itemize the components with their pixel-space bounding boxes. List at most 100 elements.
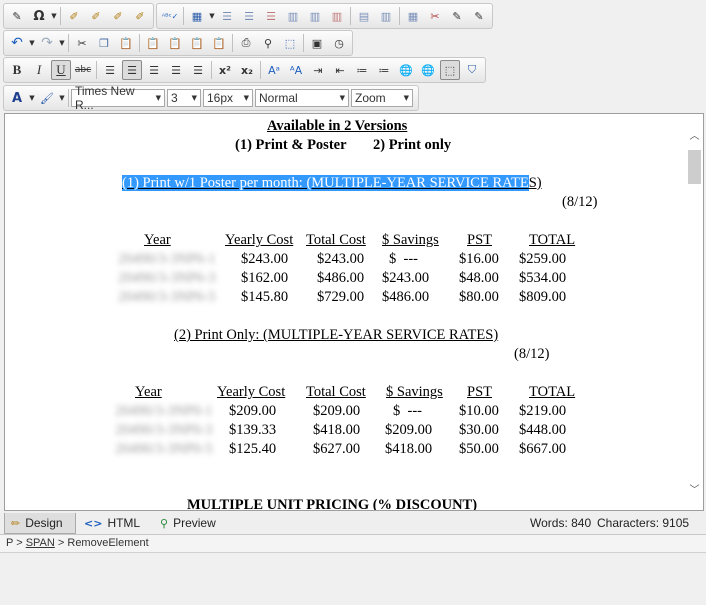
paste-word-icon[interactable]: 📋 [165,33,185,53]
scroll-up-icon[interactable]: ︿ [686,126,703,143]
insert-column-right-icon[interactable]: ▥ [305,6,325,26]
table2-row1-yearly: $209.00 [229,403,277,419]
unordered-list-icon[interactable]: ≔ [374,60,394,80]
paragraph-style-select[interactable]: Normal ▼ [255,89,349,107]
strikethrough-button[interactable]: abc [73,60,93,80]
clean-html-icon[interactable]: ✐ [130,6,150,26]
align-left-icon[interactable]: ☰ [100,60,120,80]
print-icon[interactable]: ⎙ [236,33,256,53]
toolbar-separator [260,61,261,79]
find-icon[interactable]: ⚲ [258,33,278,53]
justify-full-icon[interactable]: ☰ [188,60,208,80]
table1-row2-total: $486.00 [317,270,365,286]
justify-icon[interactable]: ☰ [166,60,186,80]
tab-design[interactable]: ✏ Design [4,513,76,534]
align-center-icon[interactable]: ☰ [122,60,142,80]
table2-row2-yearly: $139.33 [229,422,277,438]
edit-document-icon[interactable]: ✎ [7,6,27,26]
breadcrumb-span[interactable]: SPAN [26,537,55,549]
font-name-select[interactable]: Times New R... ▼ [71,84,165,112]
table1-row1-year: 20490/3-3NP6-1 [118,251,216,267]
insert-row-above-icon[interactable]: ☰ [217,6,237,26]
ordered-list-icon[interactable]: ≔ [352,60,372,80]
section1-title-end: S) [528,175,542,191]
paste-text-icon[interactable]: 📋 [143,33,163,53]
show-borders-icon[interactable]: ⬚ [440,60,460,80]
font-size-value: 3 [171,91,178,105]
italic-button[interactable]: I [29,60,49,80]
toolbar-group-format: B I U abc ☰ ☰ ☰ ☰ ☰ x² x₂ Aᵃ ᴬA ⇥ ⇤ ≔ ≔ … [3,57,486,83]
table1-row2-savings: $243.00 [382,270,430,286]
spellcheck-icon[interactable]: ᴬᴮᶜ✓ [160,6,180,26]
insert-column-left-icon[interactable]: ▥ [283,6,303,26]
format-painter-icon[interactable]: ✐ [64,6,84,26]
merge-cells-icon[interactable]: ▤ [354,6,374,26]
delete-row-icon[interactable]: ☰ [261,6,281,26]
table2-header-pst: PST [467,384,492,400]
zoom-select[interactable]: Zoom ▼ [351,89,413,107]
symbol-dropdown-icon[interactable]: ▼ [50,6,58,26]
paste-html-icon[interactable]: 📋 [187,33,207,53]
insert-table-icon[interactable]: ▦ [187,6,207,26]
table-edit-icon[interactable]: ✎ [469,6,489,26]
omega-symbol-icon[interactable]: Ω [29,6,49,26]
page-properties-icon[interactable]: ▣ [307,33,327,53]
superscript-button[interactable]: x² [215,60,235,80]
size-px-select[interactable]: 16px ▼ [203,89,253,107]
clear-format-icon[interactable]: ✐ [86,6,106,26]
align-right-icon[interactable]: ☰ [144,60,164,80]
highlight-dropdown-icon[interactable]: ▼ [58,88,66,108]
highlight-color-icon[interactable]: 🖌 [37,88,57,108]
font-color-icon[interactable]: A [7,88,27,108]
paste-special-icon[interactable]: 📋 [209,33,229,53]
table2-row3-yearly: $125.40 [229,441,277,457]
clear-style-icon[interactable]: ✐ [108,6,128,26]
paste-icon[interactable]: 📋 [116,33,136,53]
character-count: Characters: 9105 [597,516,690,530]
case-upper-icon[interactable]: Aᵃ [264,60,284,80]
scroll-down-icon[interactable]: ﹀ [686,480,703,497]
table2-row2-year: 20490/3-3NP0-3 [115,422,213,438]
redo-dropdown-icon[interactable]: ▼ [58,33,66,53]
remove-link-icon[interactable]: 🌐 [418,60,438,80]
cut-icon[interactable]: ✂ [72,33,92,53]
vertical-scrollbar[interactable]: ︿ ﹀ [686,114,703,510]
redo-icon[interactable]: ↷ [37,33,57,53]
split-cells-icon[interactable]: ▥ [376,6,396,26]
table1-row3-grand: $809.00 [519,289,567,305]
tab-html[interactable]: <> HTML [78,513,144,533]
table2-header-savings: $ Savings [386,384,443,400]
undo-dropdown-icon[interactable]: ▼ [28,33,36,53]
table1-row3-year: 20490/3-3NP6-5 [118,289,216,305]
underline-button[interactable]: U [51,60,71,80]
toolbar-separator [68,34,69,52]
size-px-value: 16px [207,91,234,105]
select-all-icon[interactable]: ⬚ [280,33,300,53]
insert-row-below-icon[interactable]: ☰ [239,6,259,26]
document-body[interactable]: Available in 2 Versions (1) Print & Post… [5,114,687,510]
bold-button[interactable]: B [7,60,27,80]
subscript-button[interactable]: x₂ [237,60,257,80]
font-color-dropdown-icon[interactable]: ▼ [28,88,36,108]
undo-icon[interactable]: ↶ [7,33,27,53]
insert-time-icon[interactable]: ◷ [329,33,349,53]
copy-icon[interactable]: ❐ [94,33,114,53]
breadcrumb-remove-element[interactable]: RemoveElement [67,537,148,549]
tab-preview[interactable]: ⚲ Preview [154,513,234,533]
cell-properties-icon[interactable]: ▦ [403,6,423,26]
indent-icon[interactable]: ⇥ [308,60,328,80]
cut-cell-icon[interactable]: ✂ [425,6,445,26]
case-lower-icon[interactable]: ᴬA [286,60,306,80]
delete-column-icon[interactable]: ▥ [327,6,347,26]
zoom-value: Zoom [355,91,386,105]
mode-tab-bar: ✏ Design <> HTML ⚲ Preview Words: 840 Ch… [0,512,706,535]
outdent-icon[interactable]: ⇤ [330,60,350,80]
insert-link-icon[interactable]: 🌐 [396,60,416,80]
table-properties-icon[interactable]: ✎ [447,6,467,26]
table-dropdown-icon[interactable]: ▼ [208,6,216,26]
toolbar-group-edit: ↶ ▼ ↷ ▼ ✂ ❐ 📋 📋 📋 📋 📋 ⎙ ⚲ ⬚ ▣ ◷ [3,30,353,56]
insert-flash-icon[interactable]: ⛉ [462,60,482,80]
editor-content-area[interactable]: Available in 2 Versions (1) Print & Post… [4,113,704,511]
font-size-select[interactable]: 3 ▼ [167,89,201,107]
scroll-thumb[interactable] [688,150,701,184]
